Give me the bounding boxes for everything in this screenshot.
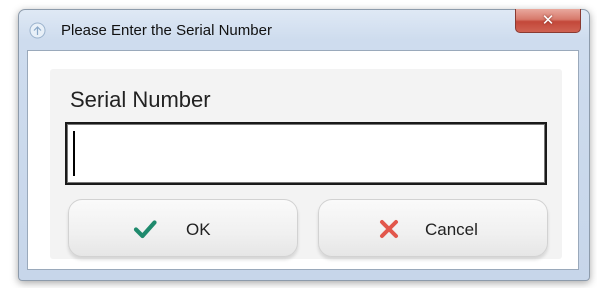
ok-button[interactable]: OK <box>68 199 298 257</box>
dialog-content: Serial Number OK Cancel <box>27 50 579 270</box>
cancel-button-label: Cancel <box>425 220 478 239</box>
close-icon: ✕ <box>541 11 555 29</box>
ok-button-label: OK <box>186 220 211 239</box>
checkmark-icon <box>133 220 157 239</box>
title-bar[interactable]: Please Enter the Serial Number ✕ <box>19 9 589 50</box>
serial-dialog-window: Please Enter the Serial Number ✕ Serial … <box>18 9 590 281</box>
serial-number-label: Serial Number <box>70 87 211 112</box>
close-button[interactable]: ✕ <box>515 9 581 33</box>
form-panel: Serial Number OK Cancel <box>50 69 562 259</box>
serial-number-input[interactable] <box>65 122 547 185</box>
cancel-button[interactable]: Cancel <box>318 199 548 257</box>
app-icon <box>29 22 46 39</box>
cross-icon <box>380 220 398 238</box>
text-caret <box>73 131 75 176</box>
window-title: Please Enter the Serial Number <box>61 22 272 39</box>
